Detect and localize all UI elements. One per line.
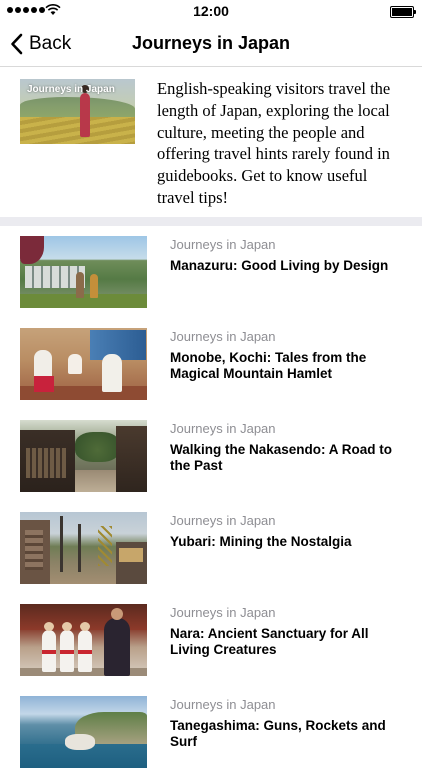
episode-row[interactable]: Journeys in Japan Tanegashima: Guns, Roc… bbox=[0, 686, 422, 778]
episode-thumbnail bbox=[20, 236, 147, 308]
episode-series: Journeys in Japan bbox=[170, 421, 276, 436]
program-logo: Journeys in Japan bbox=[27, 84, 115, 95]
battery-icon bbox=[390, 6, 416, 18]
program-intro: Journeys in Japan English-speaking visit… bbox=[0, 67, 422, 217]
navigation-bar: Back Journeys in Japan bbox=[0, 22, 422, 67]
section-divider bbox=[0, 217, 422, 226]
episode-series: Journeys in Japan bbox=[170, 605, 276, 620]
episode-thumbnail bbox=[20, 328, 147, 400]
episode-series: Journeys in Japan bbox=[170, 329, 276, 344]
episode-thumbnail bbox=[20, 420, 147, 492]
status-time: 12:00 bbox=[193, 3, 229, 19]
episode-row[interactable]: Journeys in Japan Yubari: Mining the Nos… bbox=[0, 502, 422, 594]
program-thumbnail: Journeys in Japan bbox=[20, 79, 135, 144]
episode-title: Manazuru: Good Living by Design bbox=[170, 258, 389, 273]
program-description: English-speaking visitors travel the len… bbox=[157, 79, 391, 207]
episode-title: Tanegashima: Guns, Rockets and Surf bbox=[170, 718, 386, 749]
episode-series: Journeys in Japan bbox=[170, 697, 276, 712]
episode-title: Nara: Ancient Sanctuary for All Living C… bbox=[170, 626, 369, 657]
episode-title: Walking the Nakasendo: A Road to the Pas… bbox=[170, 442, 393, 473]
episode-series: Journeys in Japan bbox=[170, 237, 276, 252]
episode-title: Monobe, Kochi: Tales from the Magical Mo… bbox=[170, 350, 367, 381]
episode-thumbnail bbox=[20, 696, 147, 768]
episode-row[interactable]: Journeys in Japan Walking the Nakasendo:… bbox=[0, 410, 422, 502]
episode-title: Yubari: Mining the Nostalgia bbox=[170, 534, 352, 549]
status-bar: 12:00 bbox=[0, 0, 422, 22]
episode-thumbnail bbox=[20, 604, 147, 676]
episode-series: Journeys in Japan bbox=[170, 513, 276, 528]
episode-row[interactable]: Journeys in Japan Nara: Ancient Sanctuar… bbox=[0, 594, 422, 686]
episode-row[interactable]: Journeys in Japan Manazuru: Good Living … bbox=[0, 226, 422, 318]
episode-thumbnail bbox=[20, 512, 147, 584]
page-title: Journeys in Japan bbox=[131, 33, 291, 53]
episode-row[interactable]: Journeys in Japan Monobe, Kochi: Tales f… bbox=[0, 318, 422, 410]
